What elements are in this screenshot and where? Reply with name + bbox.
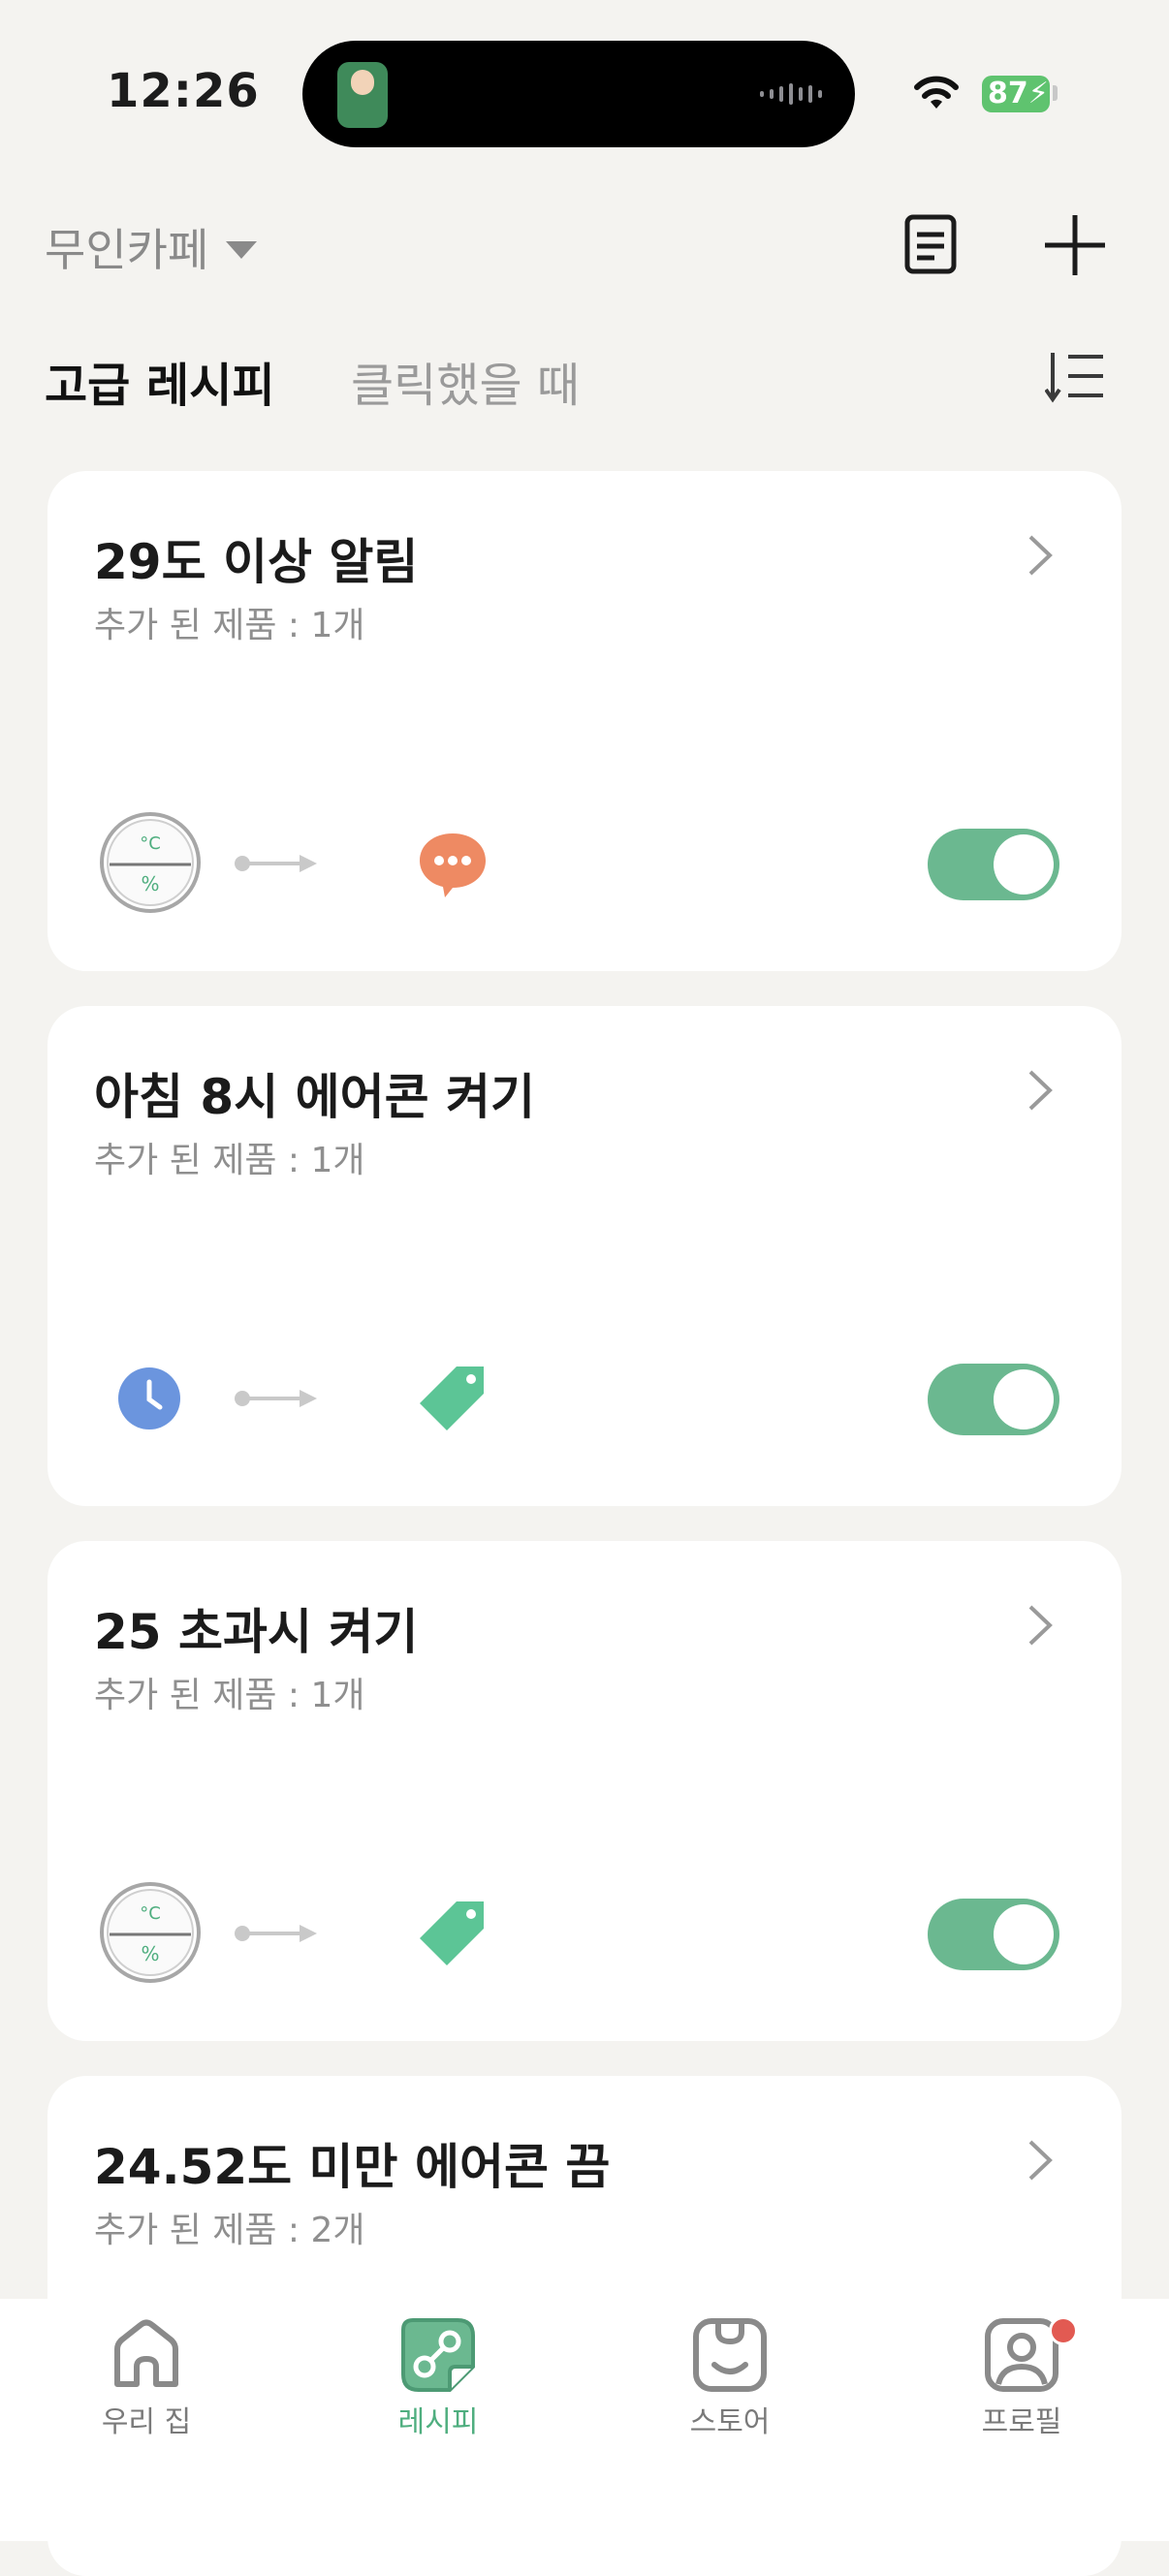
flow-arrow-icon: [235, 855, 317, 872]
thermo-label-celsius: °C: [140, 1903, 161, 1924]
thermo-label-humidity: %: [141, 1942, 159, 1965]
status-time: 12:26: [107, 64, 260, 118]
tab-advanced-recipe[interactable]: 고급 레시피: [45, 347, 275, 415]
chevron-right-icon: [1028, 2140, 1053, 2181]
recipe-title: 29도 이상 알림: [94, 534, 419, 590]
nav-store-label: 스토어: [689, 2405, 771, 2439]
clock-icon: [118, 1367, 180, 1429]
home-name: 무인카페: [45, 224, 209, 276]
tag-icon: [420, 1367, 484, 1430]
nav-profile[interactable]: 프로필: [925, 2299, 1119, 2440]
nav-recipe-label: 레시피: [397, 2405, 479, 2439]
recipe-title: 아침 8시 에어콘 켜기: [94, 1069, 536, 1125]
recipe-product-count: 추가 된 제품 : 1개: [94, 606, 365, 645]
chevron-right-icon: [1028, 535, 1053, 576]
app-thumbnail-icon: [337, 62, 388, 128]
recipe-title: 25 초과시 켜기: [94, 1604, 419, 1660]
recipe-flow: °C %: [98, 1880, 505, 1987]
tag-icon: [420, 1901, 484, 1965]
flow-arrow-icon: [235, 1925, 317, 1942]
thermo-label-humidity: %: [141, 872, 159, 895]
sort-icon[interactable]: [1045, 349, 1105, 403]
thermo-label-celsius: °C: [140, 833, 161, 854]
nav-profile-label: 프로필: [981, 2405, 1062, 2439]
toggle-knob: [994, 1369, 1054, 1429]
recipe-product-count: 추가 된 제품 : 1개: [94, 1676, 365, 1715]
home-icon: [114, 2319, 178, 2387]
home-selector[interactable]: 무인카페: [45, 215, 258, 279]
wifi-icon: [914, 76, 959, 109]
tab-on-click[interactable]: 클릭했을 때: [351, 347, 580, 415]
thermo-hygrometer-icon: °C %: [100, 1882, 201, 1983]
recipe-flow: [98, 1345, 505, 1452]
recipe-title: 24.52도 미만 에어콘 끔: [94, 2139, 611, 2195]
thermo-hygrometer-icon: °C %: [100, 812, 201, 913]
store-icon: [693, 2318, 767, 2392]
recipe-icon: [401, 2318, 475, 2392]
log-icon[interactable]: [903, 213, 958, 275]
battery-level: 87: [988, 77, 1028, 110]
recipe-toggle[interactable]: [928, 1364, 1059, 1435]
chevron-right-icon: [1028, 1605, 1053, 1646]
recipe-toggle[interactable]: [928, 1899, 1059, 1970]
flow-arrow-icon: [235, 1390, 317, 1407]
recipe-product-count: 추가 된 제품 : 2개: [94, 2211, 365, 2250]
chevron-right-icon: [1028, 1070, 1053, 1111]
notification-dot: [1049, 2316, 1078, 2345]
caret-down-icon: [226, 241, 258, 259]
dynamic-island: [302, 41, 855, 147]
bottom-nav: 우리 집 레시피 스토어 프로필: [0, 2299, 1169, 2541]
chat-bubble-icon: [420, 833, 486, 897]
toggle-knob: [994, 1904, 1054, 1964]
audio-wave-icon: [760, 83, 822, 105]
nav-home[interactable]: 우리 집: [49, 2299, 243, 2440]
nav-store[interactable]: 스토어: [633, 2299, 827, 2440]
toggle-knob: [994, 834, 1054, 895]
battery-tip: [1053, 85, 1058, 101]
add-icon[interactable]: [1043, 213, 1107, 277]
recipe-card[interactable]: 25 초과시 켜기 추가 된 제품 : 1개 °C %: [47, 1541, 1122, 2041]
nav-home-label: 우리 집: [101, 2405, 192, 2439]
nav-recipe[interactable]: 레시피: [341, 2299, 535, 2440]
recipe-card[interactable]: 아침 8시 에어콘 켜기 추가 된 제품 : 1개: [47, 1006, 1122, 1506]
recipe-toggle[interactable]: [928, 829, 1059, 900]
recipe-card[interactable]: 29도 이상 알림 추가 된 제품 : 1개 °C %: [47, 471, 1122, 971]
recipe-product-count: 추가 된 제품 : 1개: [94, 1141, 365, 1180]
recipe-flow: °C %: [98, 810, 505, 917]
battery-indicator: 87⚡: [982, 76, 1050, 112]
